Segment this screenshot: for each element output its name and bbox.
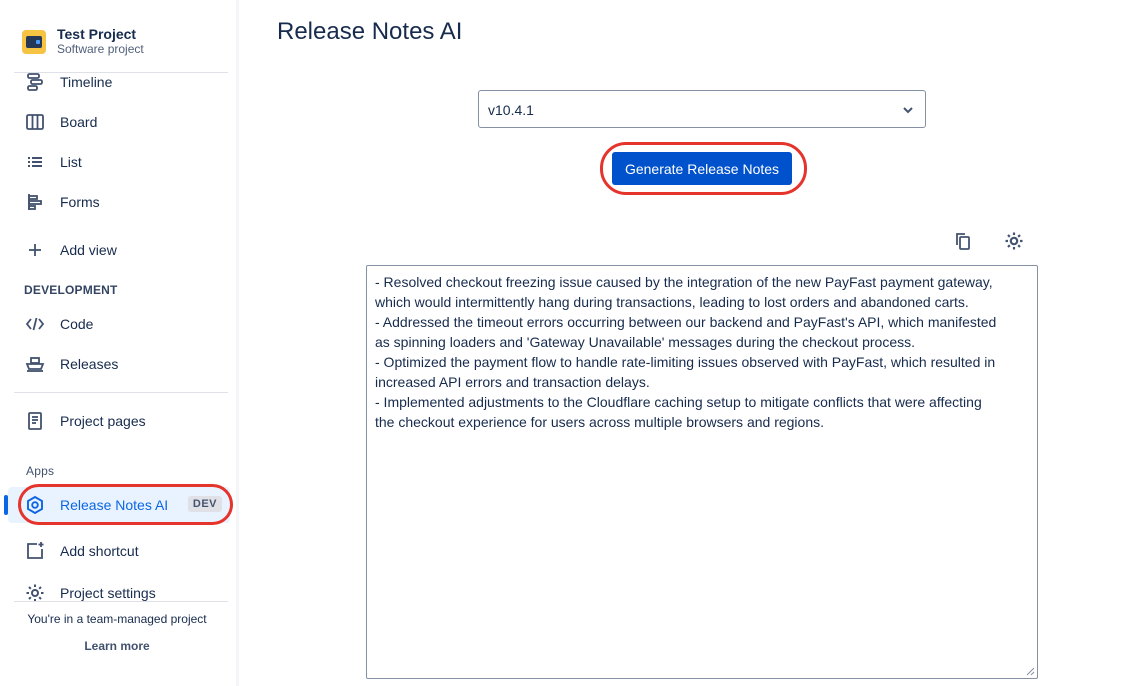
page-title: Release Notes AI [277,18,463,45]
code-icon [24,314,46,334]
sidebar-item-label: Project pages [60,413,146,429]
settings-button[interactable] [1002,229,1026,253]
notes-line: as spinning loaders and 'Gateway Unavail… [375,334,915,350]
sidebar-edge [236,0,239,686]
add-shortcut-icon [24,541,46,561]
active-indicator [4,495,8,515]
version-select-value: v10.4.1 [488,102,534,118]
gear-icon [24,583,46,603]
notes-line: - Optimized the payment flow to handle r… [375,354,996,370]
project-header[interactable]: Test Project Software project [20,26,230,58]
sidebar-item-add-shortcut[interactable]: Add shortcut [14,533,230,569]
sidebar-item-project-settings[interactable]: Project settings [14,575,230,611]
ship-icon [24,354,46,374]
section-label-development: DEVELOPMENT [24,283,118,297]
sidebar-item-forms[interactable]: Forms [14,184,230,220]
chevron-down-icon [901,103,915,117]
board-icon [24,112,46,132]
sidebar-item-label: Project settings [60,585,156,601]
sidebar-divider [14,392,228,393]
learn-more-link[interactable]: Learn more [0,639,234,653]
sidebar-item-label: Add view [60,242,117,258]
notes-line: - Addressed the timeout errors occurring… [375,314,997,330]
notes-line: - Implemented adjustments to the Cloudfl… [375,394,982,410]
highlight-annotation [18,484,233,525]
project-avatar-icon [22,30,46,54]
release-notes-textarea[interactable]: - Resolved checkout freezing issue cause… [366,265,1038,679]
page-icon [24,411,46,431]
plus-icon [24,240,46,260]
resize-handle-icon[interactable] [1025,666,1035,676]
team-managed-text: You're in a team-managed project [27,612,207,626]
section-label-apps: Apps [26,464,55,478]
notes-line: the checkout experience for users across… [375,414,824,430]
sidebar-item-label: Code [60,316,94,332]
sidebar: Test Project Software project Timeline B… [0,0,238,686]
project-name: Test Project [57,26,137,42]
generate-release-notes-button[interactable]: Generate Release Notes [612,152,792,185]
sidebar-item-timeline[interactable]: Timeline [14,64,230,100]
notes-line: - Resolved checkout freezing issue cause… [375,274,993,290]
sidebar-divider [14,601,228,602]
sidebar-item-label: Forms [60,194,100,210]
project-type: Software project [57,42,144,56]
sidebar-item-add-view[interactable]: Add view [14,232,230,268]
copy-button[interactable] [951,229,975,253]
list-icon [24,152,46,172]
sidebar-item-label: List [60,154,82,170]
sidebar-item-label: Board [60,114,98,130]
forms-icon [24,192,46,212]
sidebar-item-releases[interactable]: Releases [14,346,230,382]
notes-line: increased API errors and transaction del… [375,374,650,390]
sidebar-item-label: Releases [60,356,119,372]
sidebar-item-board[interactable]: Board [14,104,230,140]
sidebar-item-code[interactable]: Code [14,306,230,342]
sidebar-item-project-pages[interactable]: Project pages [14,403,230,439]
notes-line: which would intermittently hang during t… [375,294,969,310]
app-window: Test Project Software project Timeline B… [0,0,1141,686]
version-select[interactable]: v10.4.1 [478,90,926,128]
gear-icon [1004,231,1024,251]
sidebar-item-label: Add shortcut [60,543,139,559]
copy-icon [953,231,973,251]
sidebar-item-list[interactable]: List [14,144,230,180]
sidebar-item-label: Timeline [60,74,113,90]
timeline-icon [24,72,46,92]
